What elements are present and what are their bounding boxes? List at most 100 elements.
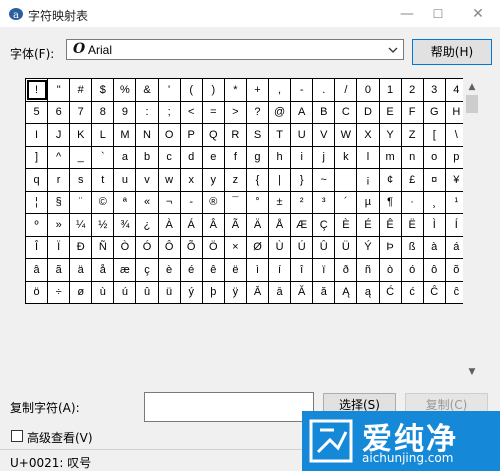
character-cell[interactable]: I [24,123,49,147]
character-cell[interactable]: ì [245,258,270,282]
character-cell[interactable]: ] [24,145,49,169]
character-cell[interactable]: ä [69,258,93,282]
character-cell[interactable]: T [268,123,292,147]
character-cell[interactable]: ¨ [69,190,93,214]
character-cell[interactable]: ; [157,100,181,124]
character-cell[interactable]: K [69,123,93,147]
character-cell[interactable]: ª [113,190,137,214]
character-cell[interactable]: e [201,145,225,169]
character-cell[interactable]: ā [268,280,292,304]
character-cell[interactable]: å [91,258,115,282]
character-cell[interactable]: Ï [47,235,71,259]
character-cell[interactable]: W [334,123,358,147]
character-cell[interactable]: * [223,78,247,102]
character-cell[interactable]: | [268,168,292,192]
character-cell[interactable]: » [47,213,71,237]
character-cell[interactable]: J [47,123,71,147]
character-cell[interactable]: { [245,168,270,192]
character-cell[interactable]: a [113,145,137,169]
character-cell[interactable]: - [290,78,314,102]
character-cell[interactable]: ò [378,258,402,282]
character-cell[interactable]: þ [201,280,225,304]
character-cell[interactable]: ¼ [69,213,93,237]
character-cell[interactable]: f [223,145,247,169]
character-cell[interactable]: Ä [245,213,270,237]
character-cell[interactable]: ô [422,258,446,282]
character-cell[interactable]: à [422,235,446,259]
character-cell[interactable]: § [47,190,71,214]
character-cell[interactable]: Ò [113,235,137,259]
character-cell[interactable]: Ë [400,213,424,237]
character-cell[interactable]: ® [201,190,225,214]
character-cell[interactable]: - [179,190,203,214]
character-cell[interactable]: & [135,78,159,102]
character-cell[interactable]: ~ [312,168,336,192]
character-cell[interactable]: 9 [113,100,137,124]
character-cell[interactable]: # [69,78,93,102]
character-cell[interactable]: ø [69,280,93,304]
character-cell[interactable]: ¦ [24,190,49,214]
character-cell[interactable]: A [290,100,314,124]
character-cell[interactable]: ö [24,280,49,304]
character-cell[interactable]: Ó [135,235,159,259]
character-cell[interactable]: ç [135,258,159,282]
character-cell[interactable]: ¢ [378,168,402,192]
character-cell[interactable]: Y [378,123,402,147]
character-cell[interactable]: Ü [334,235,358,259]
character-cell[interactable]: > [223,100,247,124]
character-cell[interactable]: o [422,145,446,169]
help-button[interactable]: 帮助(H) [412,39,492,65]
character-cell[interactable]: 7 [69,100,93,124]
character-cell[interactable]: + [245,78,270,102]
character-cell[interactable]: ý [179,280,203,304]
character-cell[interactable]: _ [69,145,93,169]
character-cell[interactable]: ² [290,190,314,214]
character-cell[interactable]: Å [268,213,292,237]
character-cell[interactable]: d [179,145,203,169]
character-cell[interactable]: Ú [290,235,314,259]
character-cell[interactable]: 0 [356,78,380,102]
character-cell[interactable]: O [157,123,181,147]
character-cell[interactable]: ù [91,280,115,304]
character-cell[interactable]: ¯ [223,190,247,214]
character-cell[interactable]: « [135,190,159,214]
character-cell[interactable]: ` [91,145,115,169]
character-cell[interactable]: Ć [378,280,402,304]
character-cell[interactable]: © [91,190,115,214]
character-cell[interactable]: r [47,168,71,192]
character-cell[interactable]: Ù [268,235,292,259]
character-cell[interactable]: ß [400,235,424,259]
character-cell[interactable]: / [334,78,358,102]
character-cell[interactable]: 3 [422,78,446,102]
character-cell[interactable]: È [334,213,358,237]
character-cell[interactable]: X [356,123,380,147]
character-cell[interactable]: Ô [157,235,181,259]
character-cell[interactable]: U [290,123,314,147]
advanced-view-checkbox[interactable] [11,430,23,442]
character-cell[interactable]: Þ [378,235,402,259]
character-cell[interactable]: Ã [223,213,247,237]
character-cell[interactable]: w [157,168,181,192]
character-cell[interactable]: D [356,100,380,124]
character-cell[interactable]: ¶ [378,190,402,214]
character-cell[interactable]: 5 [24,100,49,124]
character-cell[interactable]: ÷ [47,280,71,304]
character-cell[interactable]: æ [113,258,137,282]
character-cell[interactable]: ° [245,190,270,214]
character-cell[interactable]: ? [245,100,270,124]
character-cell[interactable]: : [135,100,159,124]
character-cell[interactable]: À [157,213,181,237]
character-cell[interactable]: Ç [312,213,336,237]
character-cell[interactable]: Ö [201,235,225,259]
character-cell[interactable]: [ [422,123,446,147]
character-cell[interactable]: ï [312,258,336,282]
character-cell[interactable]: E [378,100,402,124]
character-cell[interactable]: F [400,100,424,124]
character-cell[interactable]: 6 [47,100,71,124]
character-cell[interactable]: u [113,168,137,192]
character-cell[interactable]: ( [179,78,203,102]
character-cell[interactable]: ¬ [157,190,181,214]
character-cell[interactable]: < [179,100,203,124]
character-cell[interactable]: h [268,145,292,169]
character-cell[interactable]: Ì [422,213,446,237]
